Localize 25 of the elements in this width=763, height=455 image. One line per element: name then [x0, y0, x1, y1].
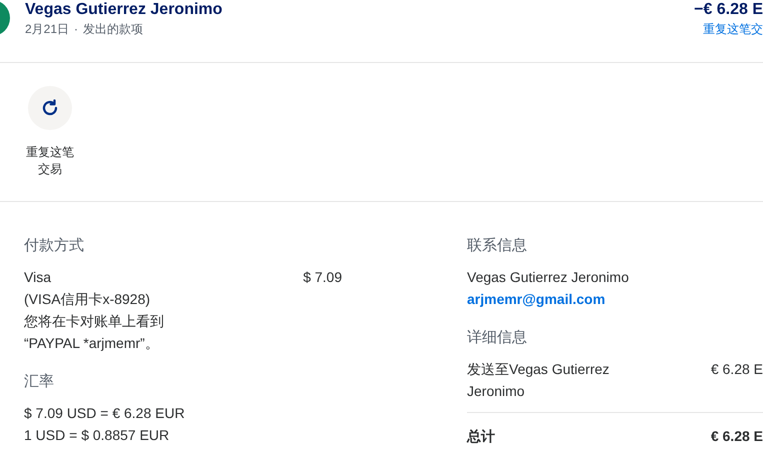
exchange-rate: 1 USD = $ 0.8857 EUR	[24, 426, 170, 445]
repeat-button[interactable]	[28, 86, 72, 130]
card-info: (VISA信用卡x-8928)	[24, 290, 152, 309]
section-heading: 详细信息	[467, 328, 528, 348]
action-label: 重复这笔交易	[25, 144, 75, 178]
payment-method: Visa	[24, 268, 52, 287]
transaction-date: 2月21日	[25, 21, 70, 38]
detail-amount: € 6.28 E	[710, 360, 763, 379]
detail-label: 发送至Vegas Gutierrez Jeronimo	[467, 360, 610, 401]
transaction-type: 发出的款项	[83, 21, 144, 38]
statement-note: 您将在卡对账单上看到 “PAYPAL *arjmemr”。	[24, 312, 165, 353]
email-link[interactable]: arjmemr@gmail.com	[467, 288, 763, 310]
refresh-icon	[41, 99, 59, 117]
contact-name: Vegas Gutierrez Jeronimo	[467, 268, 630, 287]
exchange-rate: $ 7.09 USD = € 6.28 EUR	[24, 404, 186, 423]
separator: ·	[74, 21, 78, 38]
transaction-amount: −€ 6.28 E	[694, 0, 763, 20]
section-heading: 联系信息	[467, 236, 528, 256]
payment-amount: $ 7.09	[303, 268, 342, 287]
repeat-link[interactable]: 重复这笔交	[703, 20, 763, 38]
section-heading: 汇率	[24, 372, 55, 392]
total-amount: € 6.28 E	[710, 427, 763, 446]
total-label: 总计	[467, 427, 495, 446]
section-heading: 付款方式	[24, 236, 85, 256]
payee-name: Vegas Gutierrez Jeronimo	[25, 0, 224, 20]
